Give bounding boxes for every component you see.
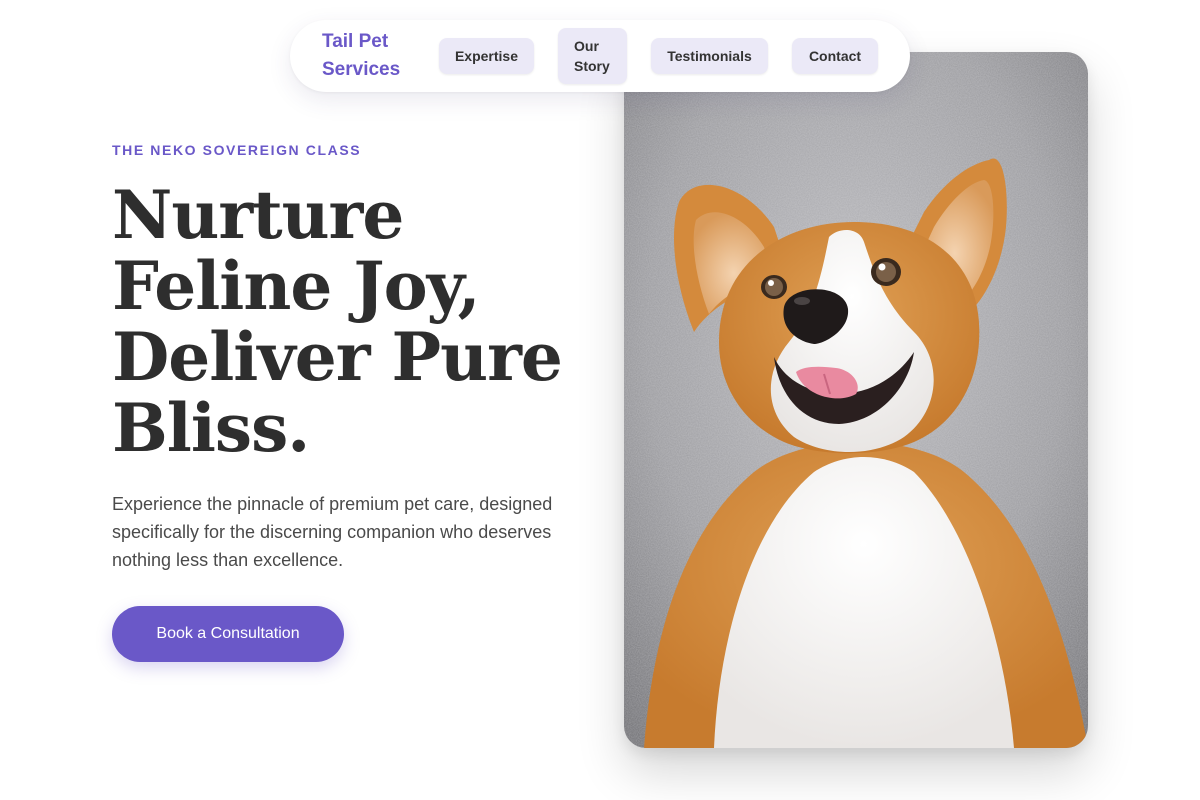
brand-logo-text[interactable]: Tail Pet Services xyxy=(322,28,432,84)
nav-expertise-button[interactable]: Expertise xyxy=(439,38,534,74)
page: Tail Pet Services Expertise Our Story Te… xyxy=(0,0,1200,800)
nav-testimonials-button[interactable]: Testimonials xyxy=(651,38,768,74)
hero-dog-photo xyxy=(624,52,1088,748)
top-nav: Tail Pet Services Expertise Our Story Te… xyxy=(290,20,910,92)
hero-eyebrow: THE NEKO SOVEREIGN CLASS xyxy=(112,142,362,158)
book-consultation-button[interactable]: Book a Consultation xyxy=(112,606,344,662)
nav-our-story-button[interactable]: Our Story xyxy=(558,28,627,84)
hero-subtext: Experience the pinnacle of premium pet c… xyxy=(112,494,553,570)
nav-contact-button[interactable]: Contact xyxy=(792,38,878,74)
hero-headline: Nurture Feline Joy, Deliver Pure Bliss. xyxy=(112,176,563,467)
corgi-illustration xyxy=(624,52,1088,748)
